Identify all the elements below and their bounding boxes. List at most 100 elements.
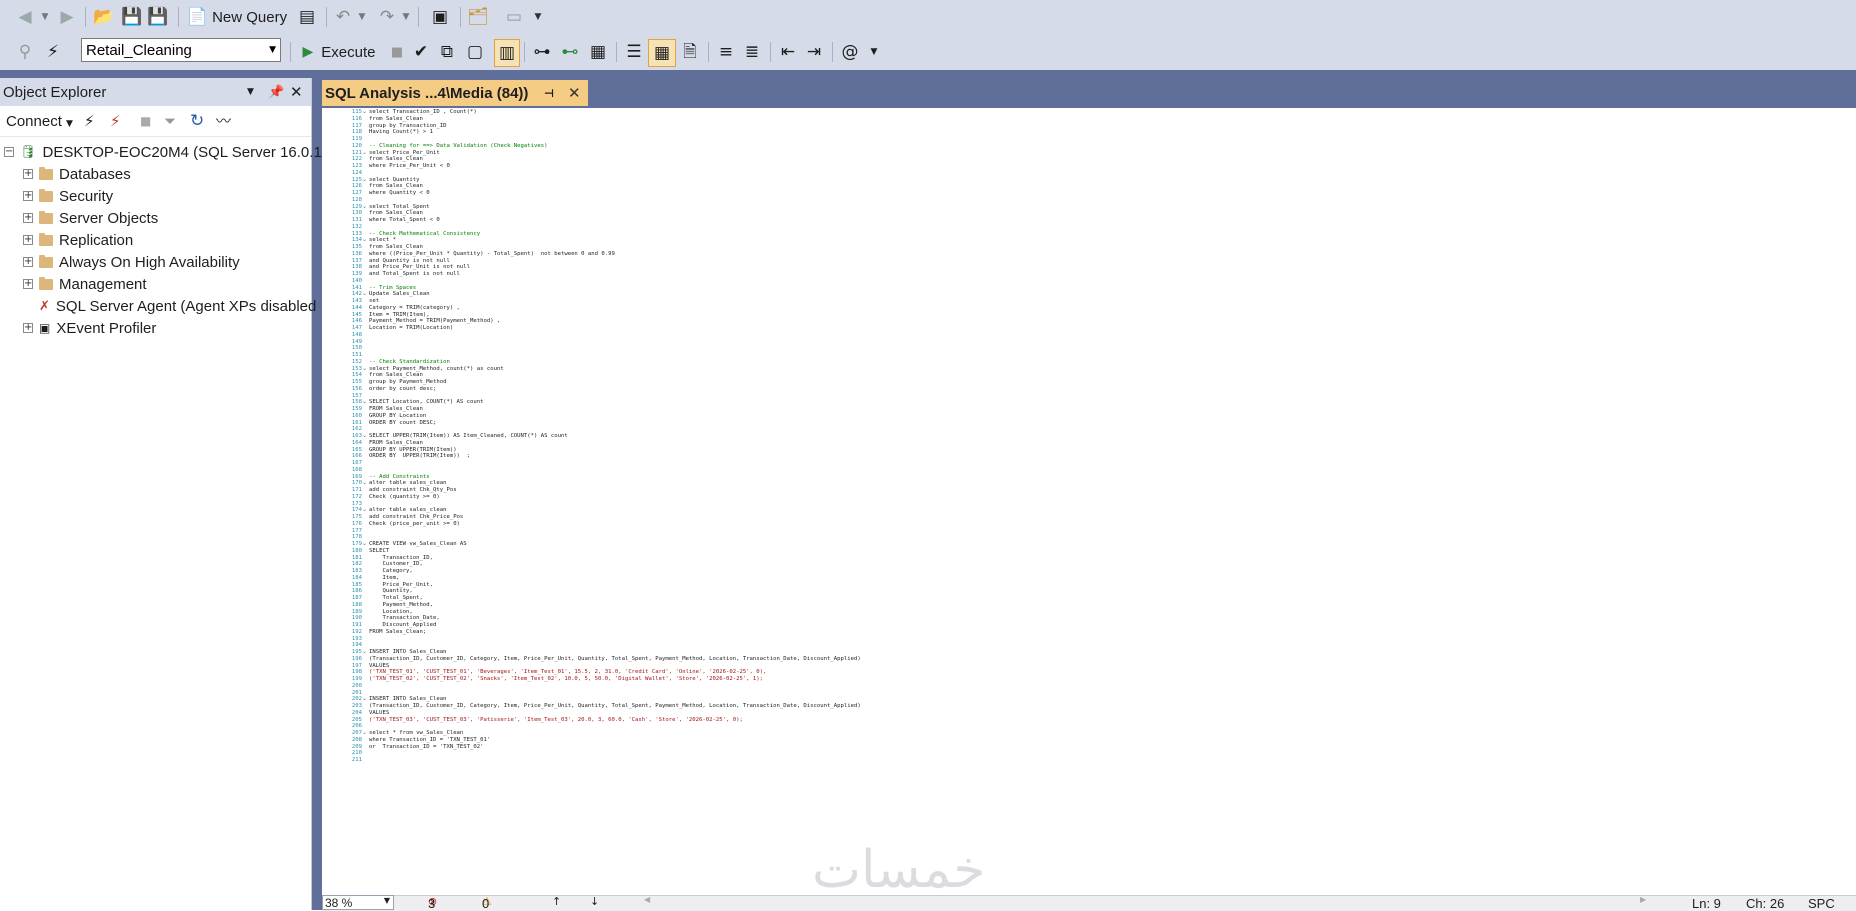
expand-icon[interactable]: + bbox=[23, 191, 33, 201]
code-line[interactable]: (Transaction_ID, Customer_ID, Category, … bbox=[369, 655, 861, 663]
decrease-indent-icon[interactable]: ⇤ bbox=[776, 34, 800, 70]
zoom-select[interactable]: 38 % ▼ bbox=[322, 895, 394, 910]
code-line[interactable]: (Transaction_ID, Customer_ID, Category, … bbox=[369, 702, 861, 710]
tree-node-xevent-profiler[interactable]: + ▣ XEvent Profiler bbox=[23, 317, 156, 339]
change-connection-icon[interactable]: ⚡ bbox=[42, 34, 64, 70]
fold-toggle-icon[interactable]: ⌄ bbox=[362, 648, 367, 656]
results-to-grid-icon[interactable]: ▦ bbox=[648, 39, 676, 67]
stop-icon[interactable]: ■ bbox=[388, 34, 406, 70]
fold-toggle-icon[interactable]: ⌄ bbox=[362, 540, 367, 548]
open-file-icon[interactable]: 📂 bbox=[92, 0, 116, 34]
new-query-button[interactable]: 📄 New Query bbox=[186, 0, 288, 34]
expand-icon[interactable]: + bbox=[23, 279, 33, 289]
code-line[interactable]: where Price_Per_Unit < 0 bbox=[369, 162, 450, 170]
tree-node-server-objects[interactable]: + Server Objects bbox=[23, 207, 158, 229]
fold-toggle-icon[interactable]: ⌄ bbox=[362, 203, 367, 211]
activity-monitor-icon[interactable]: ▤ bbox=[296, 0, 318, 34]
client-statistics-icon[interactable]: ▦ bbox=[586, 34, 610, 70]
properties-icon[interactable]: 🗂 bbox=[466, 0, 490, 34]
fold-toggle-icon[interactable]: ⌄ bbox=[362, 108, 367, 116]
connect-plug-icon[interactable]: ⚡ bbox=[84, 113, 95, 129]
redo-icon[interactable]: ↷ bbox=[376, 0, 398, 34]
back-dropdown-icon[interactable]: ▼ bbox=[38, 0, 52, 34]
stop-icon[interactable]: ■ bbox=[140, 115, 151, 127]
scroll-right-icon[interactable]: ▶ bbox=[1640, 896, 1646, 904]
code-line[interactable]: ORDER BY count DESC; bbox=[369, 419, 436, 427]
filter-icon[interactable]: ⏷ bbox=[164, 113, 176, 129]
fold-toggle-icon[interactable]: ⌄ bbox=[362, 432, 367, 440]
connect-icon[interactable]: ⚲ bbox=[14, 34, 36, 70]
tree-node-management[interactable]: + Management bbox=[23, 273, 147, 295]
code-line[interactable]: where Total_Spent < 0 bbox=[369, 216, 440, 224]
previous-issue-icon[interactable]: ↑ bbox=[552, 896, 561, 907]
code-line[interactable]: order by count desc; bbox=[369, 385, 436, 393]
expand-icon[interactable]: + bbox=[23, 235, 33, 245]
expand-icon[interactable]: + bbox=[23, 213, 33, 223]
code-line[interactable]: Having Count(*) > 1 bbox=[369, 128, 433, 136]
fold-toggle-icon[interactable]: ⌄ bbox=[362, 479, 367, 487]
fold-toggle-icon[interactable]: ⌄ bbox=[362, 149, 367, 157]
code-line[interactable]: Check (price_per_unit >= 0) bbox=[369, 520, 460, 528]
intellisense-icon[interactable]: ▥ bbox=[494, 39, 520, 67]
code-line[interactable]: Location = TRIM(Location) bbox=[369, 324, 453, 332]
code-line[interactable]: where Quantity < 0 bbox=[369, 189, 430, 197]
undo-dropdown-icon[interactable]: ▼ bbox=[356, 0, 368, 34]
query-options-icon[interactable]: ▣ bbox=[428, 0, 452, 34]
collapse-icon[interactable]: − bbox=[4, 147, 14, 157]
code-line[interactable]: and Total_Spent is not null bbox=[369, 270, 460, 278]
fold-toggle-icon[interactable]: ⌄ bbox=[362, 729, 367, 737]
fold-toggle-icon[interactable]: ⌄ bbox=[362, 695, 367, 703]
connect-button[interactable]: Connect ▼ bbox=[6, 113, 73, 130]
uncomment-icon[interactable]: ≣ bbox=[740, 34, 764, 70]
tree-server-node[interactable]: − 🛢 DESKTOP-EOC20M4 (SQL Server 16.0.116 bbox=[4, 141, 337, 163]
back-icon[interactable]: ◀ bbox=[14, 0, 36, 34]
toolbar-overflow-icon[interactable]: ▼ bbox=[530, 0, 546, 34]
disconnect-icon[interactable]: ⚡ bbox=[110, 113, 121, 129]
results-to-text-icon[interactable]: ☰ bbox=[622, 34, 646, 70]
increase-indent-icon[interactable]: ⇥ bbox=[802, 34, 826, 70]
execute-button[interactable]: ▶ Execute bbox=[298, 34, 380, 70]
expand-icon[interactable]: + bbox=[23, 169, 33, 179]
close-icon[interactable]: ✕ bbox=[290, 84, 303, 100]
comment-icon[interactable]: ≡ bbox=[714, 34, 738, 70]
tab-sql-analysis[interactable]: SQL Analysis ...4\Media (84)) ⊣ ✕ bbox=[322, 80, 588, 106]
fold-toggle-icon[interactable]: ⌄ bbox=[362, 236, 367, 244]
undo-icon[interactable]: ↶ bbox=[332, 0, 354, 34]
parse-check-icon[interactable]: ✔ bbox=[410, 34, 432, 70]
tree-node-security[interactable]: + Security bbox=[23, 185, 113, 207]
expand-icon[interactable]: + bbox=[23, 257, 33, 267]
code-line[interactable]: FROM Sales_Clean; bbox=[369, 628, 426, 636]
fold-toggle-icon[interactable]: ⌄ bbox=[362, 176, 367, 184]
tree-node-always-on[interactable]: + Always On High Availability bbox=[23, 251, 240, 273]
toolbar-overflow-icon[interactable]: ▼ bbox=[866, 34, 882, 70]
toolbox-icon[interactable]: ▭ bbox=[502, 0, 526, 34]
tree-node-replication[interactable]: + Replication bbox=[23, 229, 133, 251]
fold-toggle-icon[interactable]: ⌄ bbox=[362, 506, 367, 514]
available-databases-select[interactable]: Retail_Cleaning ▼ bbox=[81, 38, 281, 62]
activity-monitor-icon[interactable]: 〰 bbox=[216, 113, 231, 129]
scroll-left-icon[interactable]: ◀ bbox=[644, 896, 650, 904]
save-icon[interactable]: 💾 bbox=[120, 0, 144, 34]
forward-icon[interactable]: ▶ bbox=[56, 0, 78, 34]
pin-icon[interactable]: ⊣ bbox=[544, 88, 554, 99]
results-to-file-icon[interactable]: 🗎 bbox=[678, 34, 702, 70]
expand-icon[interactable]: + bbox=[23, 323, 33, 333]
display-plan-icon[interactable]: ⧉ bbox=[436, 34, 458, 70]
code-line[interactable]: ('TXN_TEST_03', 'CUST_TEST_03', 'Patisse… bbox=[369, 716, 743, 724]
code-line[interactable]: Check (quantity >= 0) bbox=[369, 493, 440, 501]
specify-template-values-icon[interactable]: @ bbox=[838, 34, 862, 70]
panel-splitter[interactable] bbox=[312, 108, 322, 910]
pin-icon[interactable]: 📌 bbox=[268, 86, 284, 99]
fold-toggle-icon[interactable]: ⌄ bbox=[362, 398, 367, 406]
query-designer-icon[interactable]: ▢ bbox=[464, 34, 486, 70]
code-line[interactable]: ('TXN_TEST_02', 'CUST_TEST_02', 'Snacks'… bbox=[369, 675, 763, 683]
code-line[interactable]: or Transaction_ID = 'TXN_TEST_02' bbox=[369, 743, 484, 751]
tree-node-sql-agent[interactable]: ✗ SQL Server Agent (Agent XPs disabled bbox=[39, 295, 316, 317]
actual-plan-icon[interactable]: ⊷ bbox=[558, 34, 582, 70]
fold-toggle-icon[interactable]: ⌄ bbox=[362, 290, 367, 298]
tree-node-databases[interactable]: + Databases bbox=[23, 163, 131, 185]
close-tab-icon[interactable]: ✕ bbox=[568, 85, 581, 101]
window-position-icon[interactable]: ▼ bbox=[247, 87, 254, 97]
code-line[interactable]: ORDER BY UPPER(TRIM(Item)) ; bbox=[369, 452, 470, 460]
estimated-plan-icon[interactable]: ⊶ bbox=[530, 34, 554, 70]
